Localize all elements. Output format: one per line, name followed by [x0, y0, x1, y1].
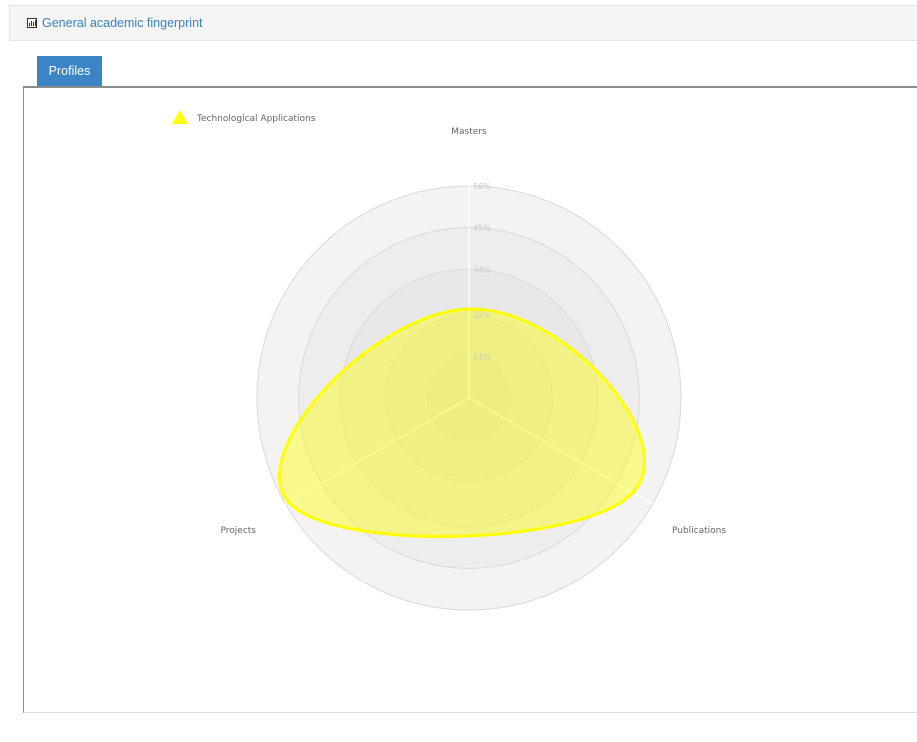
axis-label-masters: Masters	[451, 127, 487, 137]
panel-title-text: General academic fingerprint	[42, 16, 203, 30]
tick-label: 45%	[473, 224, 491, 233]
tab-profiles[interactable]: Profiles	[37, 56, 102, 87]
panel-title-link[interactable]: General academic fingerprint	[27, 16, 203, 30]
data-point-masters	[467, 307, 471, 312]
axis-label-projects: Projects	[221, 526, 257, 536]
tick-label: 56%	[473, 182, 491, 191]
data-point-publications	[630, 490, 635, 495]
radar-chart: 11% 22% 34% 45% 56% Masters Publications Projec…	[172, 110, 726, 611]
tick-label: 34%	[473, 265, 491, 274]
legend-triangle-icon[interactable]	[172, 110, 188, 124]
data-point-projects	[286, 500, 291, 505]
tick-label: 11%	[473, 352, 491, 361]
tick-label: 22%	[473, 311, 491, 320]
tab-content-panel: 11% 22% 34% 45% 56% Masters Publications Projec…	[23, 86, 917, 713]
legend-label[interactable]: Technological Applications	[196, 114, 316, 124]
axis-label-publications: Publications	[672, 526, 726, 536]
panel-heading: General academic fingerprint	[9, 5, 917, 41]
bar-chart-icon	[27, 18, 37, 28]
